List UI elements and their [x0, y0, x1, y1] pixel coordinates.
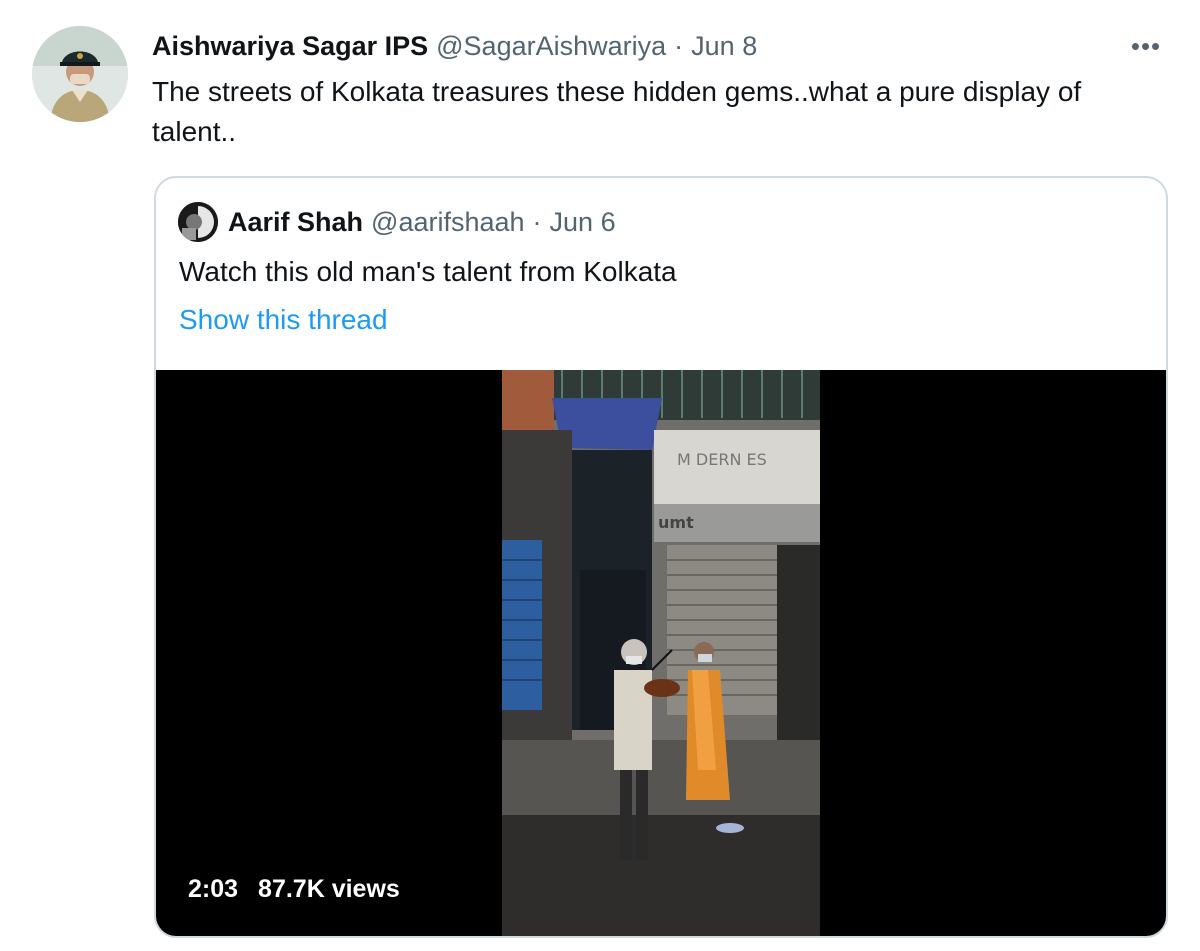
author-name[interactable]: Aishwariya Sagar IPS [152, 31, 428, 62]
quoted-tweet-text: Watch this old man's talent from Kolkata [179, 256, 677, 287]
quoted-avatar-image [178, 202, 218, 242]
svg-text:M DERN ES: M DERN ES [677, 450, 767, 469]
quoted-author-avatar [178, 202, 218, 242]
svg-text:umt: umt [658, 513, 694, 532]
separator-dot: · [674, 30, 684, 61]
quoted-tweet-card[interactable]: Aarif Shah @aarifshaah · Jun 6 Watch thi… [154, 176, 1168, 938]
quoted-author-handle[interactable]: @aarifshaah [371, 207, 525, 238]
tweet-header: Aishwariya Sagar IPS @SagarAishwariya · … [152, 28, 757, 64]
avatar-image [32, 26, 128, 122]
quoted-separator-dot: · [532, 206, 542, 237]
tweet-date[interactable]: Jun 8 [691, 31, 757, 62]
video-duration: 2:03 [188, 875, 239, 903]
quoted-tweet-date[interactable]: Jun 6 [550, 207, 616, 238]
video-scene-image: M DERN ES umt [502, 370, 820, 936]
video-meta: 2:03 87.7K views [188, 875, 400, 904]
more-options-icon[interactable]: ••• [1126, 30, 1166, 62]
video-views: 87.7K views [258, 875, 400, 903]
quoted-author-name[interactable]: Aarif Shah [228, 207, 363, 238]
quoted-tweet-header: Aarif Shah @aarifshaah · Jun 6 [228, 204, 616, 240]
show-thread-link[interactable]: Show this thread [179, 300, 388, 340]
author-handle[interactable]: @SagarAishwariya [436, 31, 666, 62]
tweet-text: The streets of Kolkata treasures these h… [152, 76, 1082, 147]
video-player[interactable]: M DERN ES umt 2:03 87.7K views [156, 370, 1166, 936]
author-avatar[interactable] [32, 26, 128, 122]
video-thumbnail: M DERN ES umt [502, 370, 820, 936]
